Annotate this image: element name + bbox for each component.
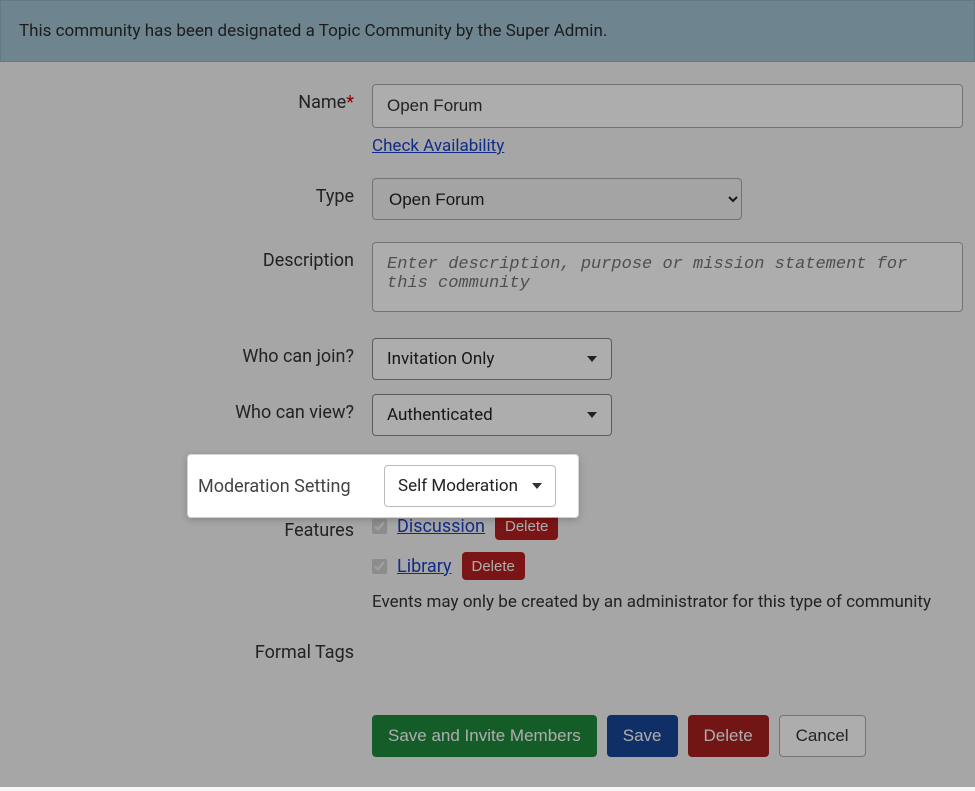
who-join-label: Who can join? [12,338,372,367]
caret-down-icon [587,412,597,418]
row-name: Name* Check Availability [12,84,963,156]
community-form: Name* Check Availability Type Open Forum… [0,84,975,791]
row-description: Description [12,242,963,316]
save-button[interactable]: Save [607,715,678,757]
row-features: Features Discussion Delete Library Delet… [12,512,963,612]
features-note: Events may only be created by an adminis… [372,592,963,612]
type-select[interactable]: Open Forum [372,178,742,220]
moderation-value: Self Moderation [398,476,518,496]
check-availability-link[interactable]: Check Availability [372,136,504,156]
who-view-label: Who can view? [12,394,372,423]
who-join-dropdown[interactable]: Invitation Only [372,338,612,380]
discussion-link[interactable]: Discussion [397,516,485,537]
description-label: Description [12,242,372,271]
who-join-value: Invitation Only [387,349,494,369]
name-label: Name* [12,84,372,113]
description-textarea[interactable] [372,242,963,312]
caret-down-icon [532,483,542,489]
library-delete-button[interactable]: Delete [462,552,525,580]
moderation-label: Moderation Setting [188,476,360,497]
type-label: Type [12,178,372,207]
info-banner: This community has been designated a Top… [0,0,975,62]
delete-button[interactable]: Delete [688,715,769,757]
row-type: Type Open Forum [12,178,963,220]
formal-tags-label: Formal Tags [12,634,372,663]
discussion-checkbox[interactable] [372,519,387,534]
moderation-dropdown[interactable]: Self Moderation [384,465,556,507]
save-invite-button[interactable]: Save and Invite Members [372,715,597,757]
required-asterisk: * [346,92,354,113]
feature-library: Library Delete [372,552,963,580]
library-link[interactable]: Library [397,556,452,577]
row-actions: Save and Invite Members Save Delete Canc… [12,703,963,757]
who-view-dropdown[interactable]: Authenticated [372,394,612,436]
moderation-highlight: Moderation Setting Self Moderation [188,455,578,517]
library-checkbox[interactable] [372,559,387,574]
row-formal-tags: Formal Tags [12,634,963,663]
row-who-join: Who can join? Invitation Only [12,338,963,380]
caret-down-icon [587,356,597,362]
who-view-value: Authenticated [387,405,493,425]
cancel-button[interactable]: Cancel [779,715,866,757]
banner-text: This community has been designated a Top… [19,21,607,41]
row-who-view: Who can view? Authenticated [12,394,963,436]
name-input[interactable] [372,84,963,128]
